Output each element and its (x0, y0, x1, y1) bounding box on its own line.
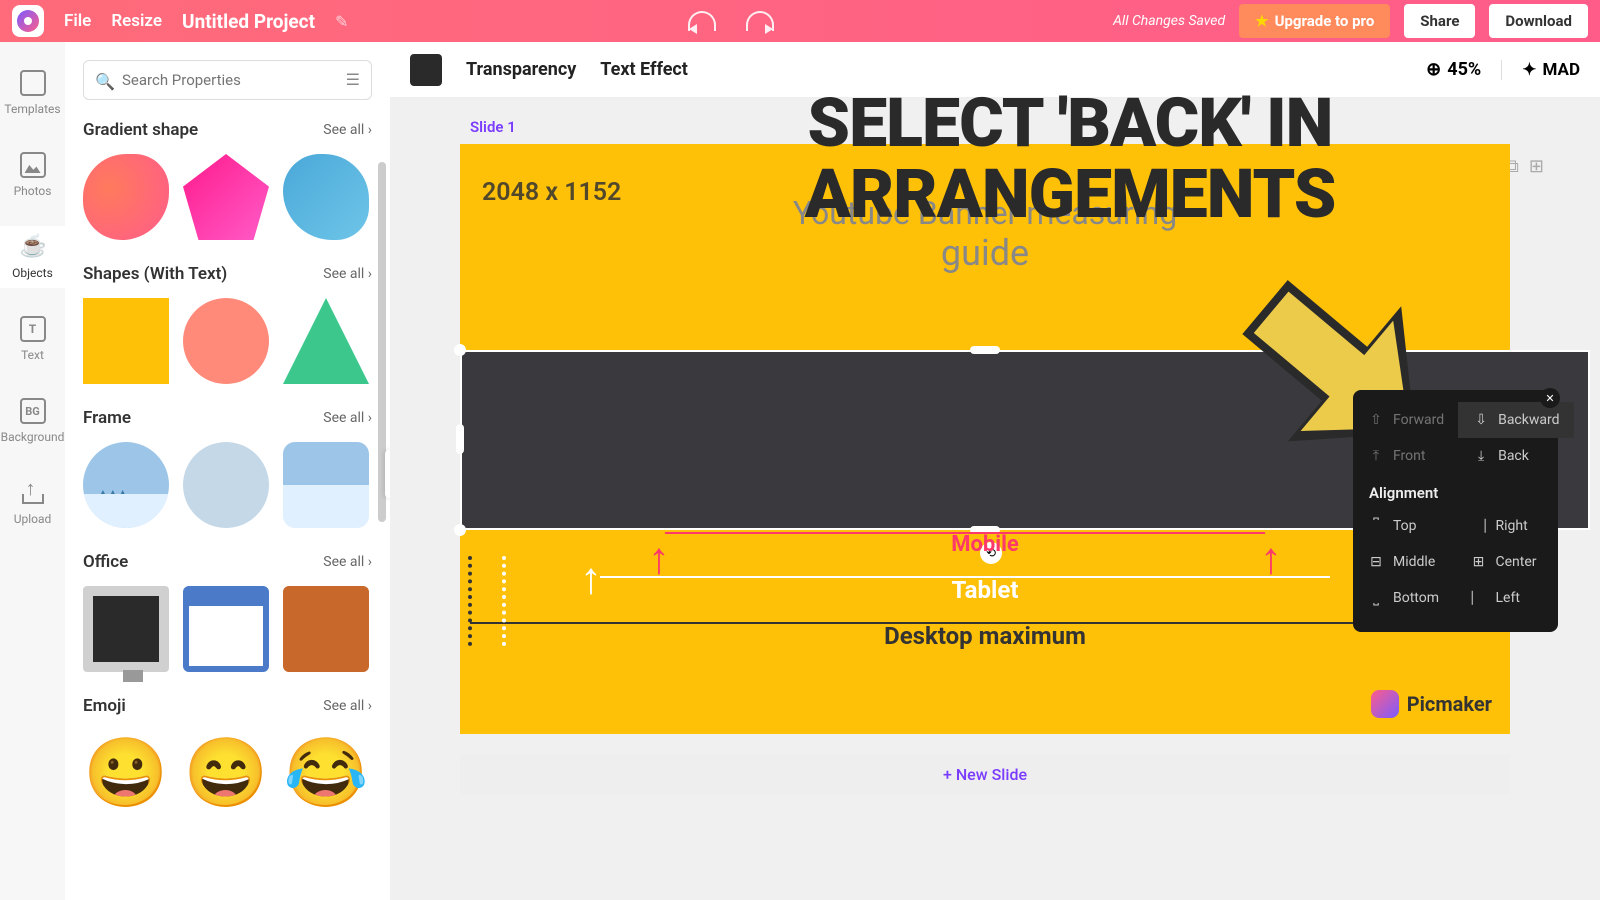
dotted-guide-2 (502, 556, 506, 646)
section-gradient-title: Gradient shape (83, 120, 198, 140)
project-title[interactable]: Untitled Project (182, 10, 315, 33)
align-right[interactable]: ⎹Right (1456, 508, 1559, 544)
rail-text[interactable]: TText (0, 308, 65, 370)
section-frame-title: Frame (83, 408, 131, 428)
picmaker-logo-icon (1371, 690, 1399, 718)
close-menu-button[interactable]: ✕ (1540, 388, 1560, 408)
resize-handle-left[interactable] (456, 424, 464, 454)
search-icon: 🔍 (95, 72, 115, 91)
mad-button[interactable]: ✦ MAD (1501, 60, 1580, 80)
align-right-icon: ⎹ (1470, 517, 1488, 535)
align-left[interactable]: ⎸Left (1456, 580, 1559, 616)
emoji-beam[interactable]: 😄 (183, 730, 269, 816)
see-all-shapes[interactable]: See all › (323, 266, 372, 282)
align-bottom[interactable]: ⎵Bottom (1353, 580, 1456, 616)
rail-objects[interactable]: ☕Objects (0, 226, 65, 288)
upload-icon (20, 480, 46, 506)
arrow-mobile-right: ↑ (1260, 532, 1282, 584)
rail-templates[interactable]: Templates (0, 62, 65, 124)
align-bottom-icon: ⎵ (1367, 589, 1385, 607)
shape-square[interactable] (83, 298, 169, 384)
left-rail: Templates Photos ☕Objects TText BGBackgr… (0, 42, 65, 900)
resize-menu[interactable]: Resize (111, 11, 162, 31)
share-button[interactable]: Share (1404, 4, 1475, 38)
shape-circle[interactable] (183, 298, 269, 384)
fill-color-swatch[interactable] (410, 54, 442, 86)
align-center-icon: ⊞ (1470, 553, 1488, 571)
emoji-grin[interactable]: 😀 (83, 730, 169, 816)
photos-icon (20, 152, 46, 178)
emoji-joy[interactable]: 😂 (283, 730, 369, 816)
resize-handle-top[interactable] (970, 346, 1000, 354)
zoom-value: 45% (1447, 59, 1481, 80)
see-all-office[interactable]: See all › (323, 554, 372, 570)
forward-icon: ⇧ (1367, 411, 1385, 429)
star-icon: ★ (1255, 12, 1268, 30)
save-status: All Changes Saved (1113, 13, 1225, 29)
arrange-backward[interactable]: ⇩Backward (1458, 402, 1573, 438)
section-office-title: Office (83, 552, 128, 572)
download-button[interactable]: Download (1489, 4, 1588, 38)
see-all-emoji[interactable]: See all › (323, 698, 372, 714)
zoom-icon: ⊕ (1426, 59, 1441, 80)
align-top[interactable]: ⎴Top (1353, 508, 1456, 544)
arrange-back[interactable]: ⤓Back (1458, 438, 1573, 474)
arrange-front[interactable]: ⤒Front (1353, 438, 1458, 474)
shape-triangle[interactable] (283, 298, 369, 384)
frame-winter[interactable] (83, 442, 169, 528)
templates-icon (20, 70, 46, 96)
dotted-guide-1 (468, 556, 472, 646)
instruction-overlay-text: SELECT 'BACK' IN ARRANGEMENTS (700, 88, 1440, 231)
resize-handle-tl[interactable] (454, 344, 466, 356)
gradient-blob-1[interactable] (83, 154, 169, 240)
rail-background[interactable]: BGBackground (0, 390, 65, 452)
zoom-control[interactable]: ⊕ 45% (1426, 59, 1481, 80)
frame-apple[interactable] (183, 442, 269, 528)
transparency-button[interactable]: Transparency (466, 59, 576, 80)
upgrade-button[interactable]: ★Upgrade to pro (1239, 4, 1390, 38)
align-top-icon: ⎴ (1367, 517, 1385, 535)
align-middle[interactable]: ⊟Middle (1353, 544, 1456, 580)
see-all-gradient[interactable]: See all › (323, 122, 372, 138)
new-slide-button[interactable]: + New Slide (460, 754, 1510, 794)
undo-icon[interactable] (688, 11, 716, 31)
backward-icon: ⇩ (1472, 411, 1490, 429)
frame-whale[interactable] (283, 442, 369, 528)
objects-icon: ☕ (20, 234, 46, 260)
office-calendar[interactable] (183, 586, 269, 672)
filter-icon[interactable]: ☰ (346, 70, 360, 89)
arrow-tablet-left: ↑ (580, 552, 602, 604)
section-emoji-title: Emoji (83, 696, 126, 716)
file-menu[interactable]: File (64, 11, 91, 31)
arrow-mobile-left: ↑ (648, 532, 670, 584)
section-shapes-title: Shapes (With Text) (83, 264, 227, 284)
see-all-frame[interactable]: See all › (323, 410, 372, 426)
back-icon: ⤓ (1472, 447, 1490, 465)
background-icon: BG (20, 398, 46, 424)
front-icon: ⤒ (1367, 447, 1385, 465)
arrangement-menu: ✕ ⇧Forward ⇩Backward ⤒Front ⤓Back Alignm… (1353, 390, 1558, 632)
search-input[interactable] (83, 60, 372, 100)
add-slide-icon[interactable]: ⊞ (1529, 156, 1544, 177)
text-effect-button[interactable]: Text Effect (600, 59, 688, 80)
align-middle-icon: ⊟ (1367, 553, 1385, 571)
top-bar: File Resize Untitled Project ✎ All Chang… (0, 0, 1600, 42)
align-left-icon: ⎸ (1470, 589, 1488, 607)
redo-icon[interactable] (746, 11, 774, 31)
picmaker-watermark: Picmaker (1371, 690, 1492, 718)
gradient-pentagon[interactable] (183, 154, 269, 240)
rail-upload[interactable]: Upload (0, 472, 65, 534)
text-icon: T (20, 316, 46, 342)
align-center[interactable]: ⊞Center (1456, 544, 1559, 580)
rail-photos[interactable]: Photos (0, 144, 65, 206)
alignment-section-title: Alignment (1353, 474, 1558, 508)
office-briefcase[interactable] (283, 586, 369, 672)
wand-icon: ✦ (1522, 60, 1536, 80)
gradient-blob-2[interactable] (283, 154, 369, 240)
app-logo[interactable] (12, 5, 44, 37)
office-monitor[interactable] (83, 586, 169, 672)
edit-title-icon[interactable]: ✎ (335, 12, 348, 31)
arrange-forward[interactable]: ⇧Forward (1353, 402, 1458, 438)
objects-panel: 🔍 ☰ Gradient shape See all › Shapes (With… (65, 42, 390, 900)
